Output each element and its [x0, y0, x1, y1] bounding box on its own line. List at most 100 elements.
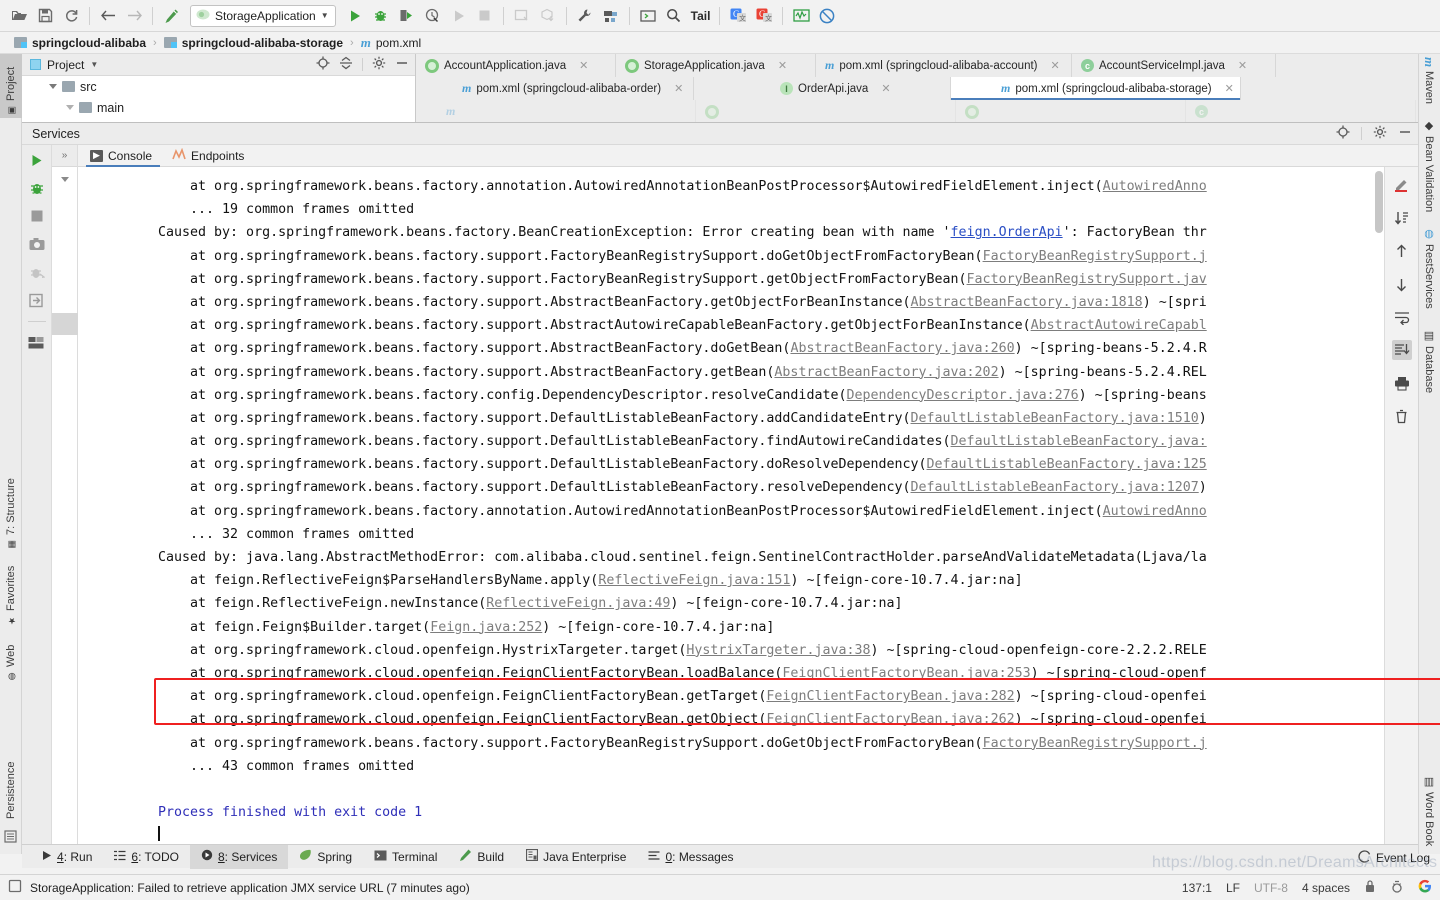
close-icon[interactable]: ✕: [881, 82, 890, 95]
package-download-icon[interactable]: [535, 4, 561, 28]
editor-tab-partial-4[interactable]: c: [1186, 100, 1416, 123]
run-configuration-selector[interactable]: StorageApplication ▼: [190, 4, 336, 27]
arrow-left-icon[interactable]: [95, 4, 121, 28]
collapse-all-icon[interactable]: [339, 56, 353, 73]
camera-icon[interactable]: [28, 235, 46, 253]
close-icon[interactable]: ✕: [1225, 82, 1234, 95]
event-log-button[interactable]: Event Log: [1358, 850, 1430, 866]
sidebar-item-web[interactable]: ◍ Web: [0, 632, 22, 684]
stacktrace-link[interactable]: FactoryBeanRegistrySupport.j: [983, 736, 1207, 751]
tree-collapse-icon[interactable]: [52, 167, 77, 191]
editor-tab-partial-3[interactable]: [956, 100, 1186, 123]
scroll-to-bottom-icon[interactable]: [1391, 340, 1412, 360]
close-icon[interactable]: ✕: [674, 82, 683, 95]
close-icon[interactable]: ✕: [1051, 59, 1060, 72]
stacktrace-link[interactable]: AbstractBeanFactory.java:260: [790, 341, 1014, 356]
editor-tab-partial-2[interactable]: [696, 100, 956, 123]
save-icon[interactable]: [32, 4, 58, 28]
stacktrace-link[interactable]: FeignClientFactoryBean.java:253: [782, 666, 1030, 681]
up-arrow-icon[interactable]: [1392, 241, 1412, 261]
stacktrace-link[interactable]: FactoryBeanRegistrySupport.j: [983, 249, 1207, 264]
stacktrace-link[interactable]: ReflectiveFeign.java:151: [598, 573, 790, 588]
trash-icon[interactable]: [1392, 406, 1412, 426]
sidebar-item-persistence[interactable]: Persistence: [0, 744, 22, 822]
sidebar-item-favorites[interactable]: ★ Favorites: [0, 554, 22, 628]
stacktrace-link[interactable]: DefaultListableBeanFactory.java:125: [927, 457, 1207, 472]
chevron-down-icon[interactable]: [66, 105, 74, 110]
stacktrace-link[interactable]: DefaultListableBeanFactory.java:: [951, 434, 1207, 449]
editor-tab-partial-1[interactable]: m: [416, 100, 696, 123]
google-translate-blue-icon[interactable]: G文: [725, 4, 751, 28]
stacktrace-link[interactable]: AbstractBeanFactory.java:202: [774, 365, 998, 380]
refresh-icon[interactable]: [58, 4, 84, 28]
bottom-tab-services[interactable]: 8: Services: [189, 844, 289, 869]
run-icon[interactable]: [342, 4, 368, 28]
stacktrace-link[interactable]: AutowiredAnno: [1103, 504, 1207, 519]
bottom-tab-messages[interactable]: 0: Messages: [637, 845, 744, 869]
layout-icon[interactable]: [28, 334, 46, 352]
editor-tab-pom-storage[interactable]: m pom.xml (springcloud-alibaba-storage) …: [951, 77, 1241, 100]
stacktrace-link[interactable]: FeignClientFactoryBean.java:282: [766, 689, 1014, 704]
tab-endpoints[interactable]: Endpoints: [164, 145, 256, 167]
google-icon[interactable]: [1418, 879, 1432, 896]
suspend-icon[interactable]: [28, 263, 46, 281]
stacktrace-link[interactable]: DependencyDescriptor.java:276: [846, 388, 1078, 403]
console-output[interactable]: at org.springframework.beans.factory.ann…: [78, 167, 1418, 857]
tree-node-src[interactable]: src: [22, 76, 415, 97]
indent-setting[interactable]: 4 spaces: [1302, 881, 1350, 895]
sidebar-item-project[interactable]: ▣ Project: [0, 54, 22, 118]
project-structure-icon[interactable]: [598, 4, 624, 28]
line-separator[interactable]: LF: [1226, 881, 1240, 895]
gear-icon[interactable]: [1373, 125, 1387, 142]
breadcrumb-item-1[interactable]: springcloud-alibaba-storage: [163, 36, 343, 50]
run-with-coverage-icon[interactable]: [394, 4, 420, 28]
no-entry-icon[interactable]: [814, 4, 840, 28]
stacktrace-link[interactable]: AutowiredAnno: [1103, 179, 1207, 194]
expand-services-icon[interactable]: »: [52, 145, 77, 167]
editor-tab-order-api[interactable]: I OrderApi.java ✕: [694, 77, 951, 100]
close-icon[interactable]: ✕: [778, 59, 787, 72]
close-icon[interactable]: ✕: [579, 59, 588, 72]
settings-wrench-icon[interactable]: [572, 4, 598, 28]
sidebar-item-bean-validation[interactable]: ◆ Bean Validation: [1418, 116, 1440, 220]
stacktrace-link[interactable]: ReflectiveFeign.java:49: [486, 596, 670, 611]
caret-position[interactable]: 137:1: [1182, 881, 1212, 895]
folder-open-icon[interactable]: [6, 4, 32, 28]
stop-icon[interactable]: [28, 207, 46, 225]
notification-icon[interactable]: [8, 879, 22, 896]
stacktrace-link[interactable]: feign.OrderApi: [951, 225, 1063, 240]
minimize-icon[interactable]: [395, 56, 409, 73]
file-encoding[interactable]: UTF-8: [1254, 881, 1288, 895]
stacktrace-link[interactable]: Feign.java:252: [430, 620, 542, 635]
arrow-right-icon[interactable]: [121, 4, 147, 28]
print-icon[interactable]: [1392, 373, 1412, 393]
stacktrace-link[interactable]: DefaultListableBeanFactory.java:1510: [911, 411, 1199, 426]
monitor-activity-icon[interactable]: [788, 4, 814, 28]
gear-icon[interactable]: [372, 56, 386, 73]
status-message[interactable]: StorageApplication: Failed to retrieve a…: [30, 881, 470, 895]
locate-icon[interactable]: [316, 56, 330, 73]
editor-tab-account-application[interactable]: AccountApplication.java ✕: [416, 54, 616, 77]
sidebar-item-rest-services[interactable]: ◍ RestServices: [1418, 224, 1440, 322]
editor-tab-storage-application[interactable]: StorageApplication.java ✕: [616, 54, 816, 77]
tree-node-main[interactable]: main: [22, 97, 415, 118]
bottom-tab-todo[interactable]: 6: TODO: [103, 845, 190, 869]
close-icon[interactable]: ✕: [1238, 59, 1247, 72]
sidebar-item-database[interactable]: ▤ Database: [1418, 326, 1440, 402]
search-icon[interactable]: [661, 4, 687, 28]
down-arrow-icon[interactable]: [1392, 274, 1412, 294]
scroll-to-end-icon[interactable]: [1392, 208, 1412, 228]
bottom-tab-run[interactable]: 4: Run: [30, 845, 103, 869]
chevron-down-icon[interactable]: [49, 84, 57, 89]
stacktrace-link[interactable]: HystrixTargeter.java:38: [686, 643, 870, 658]
stacktrace-link[interactable]: FactoryBeanRegistrySupport.jav: [967, 272, 1207, 287]
sidebar-item-word-book[interactable]: ▥ Word Book: [1418, 772, 1440, 854]
profiler-icon[interactable]: [420, 4, 446, 28]
breadcrumb-item-2[interactable]: m pom.xml: [361, 35, 421, 51]
scrollbar-thumb[interactable]: [1375, 171, 1383, 233]
editor-tab-account-service-impl[interactable]: c AccountServiceImpl.java ✕: [1072, 54, 1276, 77]
debug-icon[interactable]: [28, 179, 46, 197]
rerun-icon[interactable]: [446, 4, 472, 28]
google-translate-red-icon[interactable]: G文: [751, 4, 777, 28]
lock-icon[interactable]: [1364, 879, 1376, 896]
